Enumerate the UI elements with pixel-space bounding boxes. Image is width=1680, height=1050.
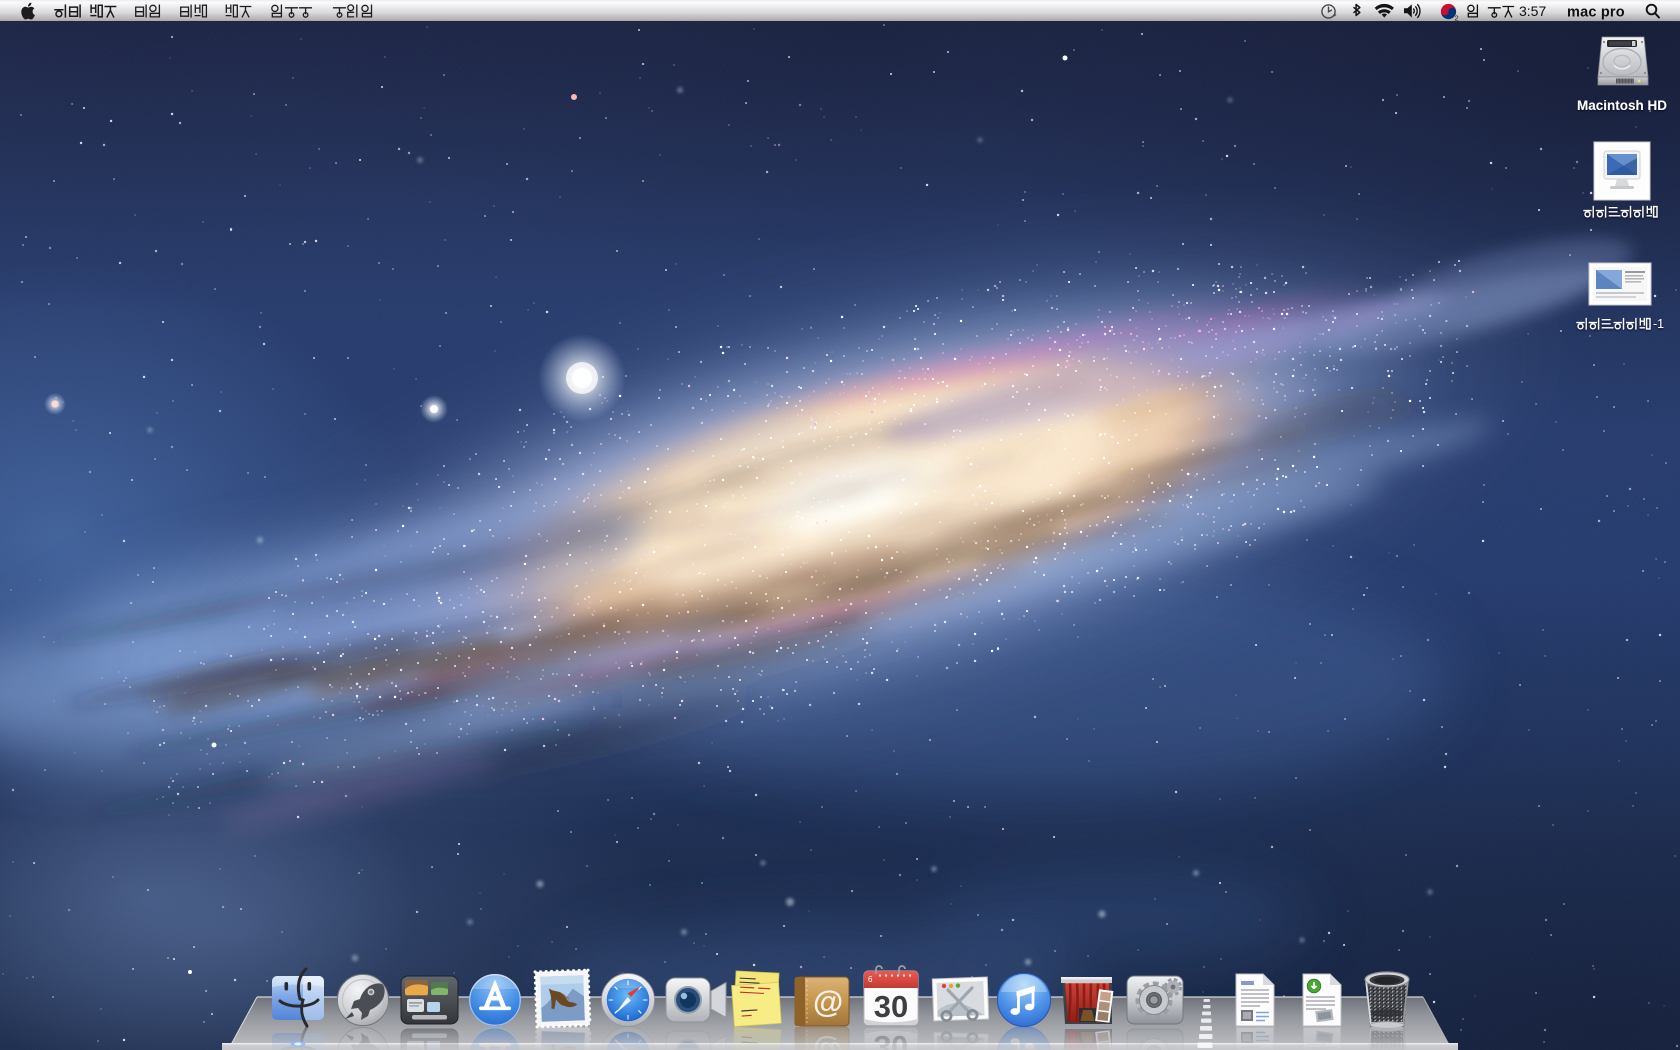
svg-text:3:57: 3:57 bbox=[1519, 3, 1546, 19]
svg-text:mac pro: mac pro bbox=[1567, 5, 1625, 21]
svg-text:2: 2 bbox=[1455, 14, 1459, 23]
svg-text:Macintosh HD: Macintosh HD bbox=[1577, 98, 1667, 113]
svg-text:-1: -1 bbox=[1653, 317, 1664, 331]
